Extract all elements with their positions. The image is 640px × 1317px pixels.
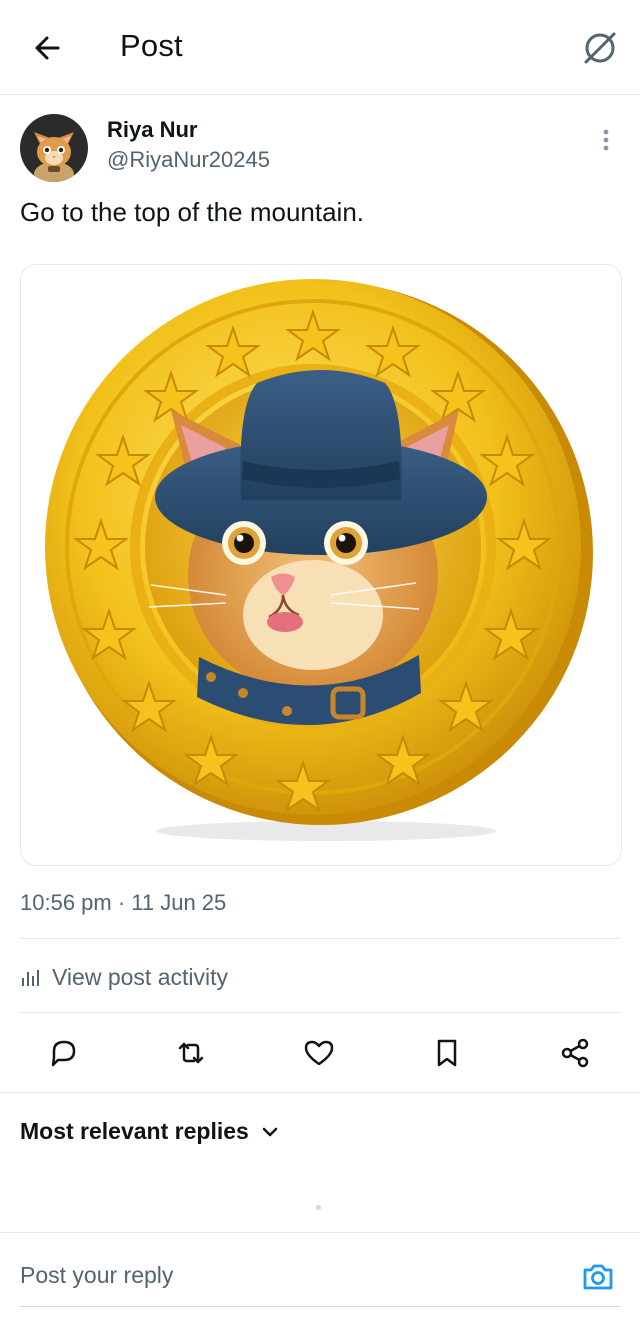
avatar[interactable] bbox=[20, 114, 88, 182]
reply-input[interactable] bbox=[20, 1262, 520, 1289]
divider bbox=[20, 1012, 620, 1013]
activity-label: View post activity bbox=[52, 963, 228, 990]
repost-icon[interactable] bbox=[174, 1036, 208, 1070]
bookmark-icon[interactable] bbox=[430, 1036, 464, 1070]
page-title: Post bbox=[120, 28, 183, 63]
analytics-icon bbox=[22, 970, 39, 986]
reply-bar bbox=[0, 1232, 640, 1317]
share-icon[interactable] bbox=[558, 1036, 592, 1070]
like-icon[interactable] bbox=[302, 1036, 336, 1070]
author-name[interactable]: Riya Nur bbox=[107, 117, 197, 143]
grok-icon[interactable] bbox=[578, 26, 622, 70]
replies-sort-label: Most relevant replies bbox=[20, 1118, 249, 1144]
reply-underline bbox=[20, 1306, 620, 1307]
post-timestamp: 10:56 pm · 11 Jun 25 bbox=[20, 890, 227, 915]
view-post-activity[interactable]: View post activity bbox=[20, 962, 228, 992]
post-actions bbox=[0, 1020, 640, 1090]
divider bbox=[0, 1092, 640, 1093]
top-bar: Post bbox=[0, 0, 640, 95]
camera-icon[interactable] bbox=[580, 1259, 616, 1295]
post-image[interactable] bbox=[20, 264, 622, 866]
coin-illustration bbox=[45, 279, 593, 841]
replies-sort-dropdown[interactable]: Most relevant replies bbox=[20, 1118, 279, 1145]
more-options-icon[interactable] bbox=[596, 128, 616, 156]
divider bbox=[20, 938, 620, 939]
loading-indicator bbox=[316, 1205, 321, 1210]
post-text: Go to the top of the mountain. bbox=[20, 197, 365, 227]
author-handle[interactable]: @RiyaNur20245 bbox=[107, 147, 270, 173]
arrow-left-icon[interactable] bbox=[28, 28, 68, 68]
reply-icon[interactable] bbox=[46, 1036, 80, 1070]
chevron-down-icon bbox=[262, 1127, 278, 1136]
